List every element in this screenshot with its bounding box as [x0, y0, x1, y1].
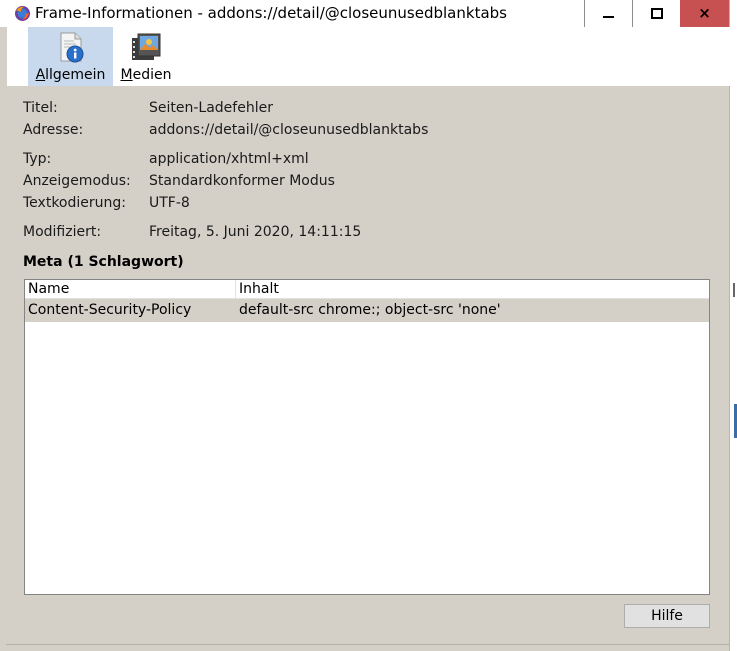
- info-page-icon: [60, 32, 83, 63]
- media-pictures-icon: [132, 33, 161, 60]
- minimize-button[interactable]: [584, 0, 632, 27]
- tab-media-accel: M: [120, 67, 133, 83]
- render-mode-value: Standardkonformer Modus: [149, 173, 335, 189]
- column-header-content[interactable]: Inhalt: [236, 280, 709, 298]
- type-label: Typ:: [23, 151, 52, 167]
- minimize-icon: [603, 15, 614, 18]
- frame-info-window: Frame-Informationen - addons://detail/@c…: [0, 0, 730, 651]
- meta-table[interactable]: Name Inhalt Content-Security-Policy defa…: [24, 279, 710, 595]
- row-name-cell: Content-Security-Policy: [28, 302, 192, 318]
- maximize-icon: [650, 8, 663, 19]
- tab-general-accel: A: [35, 67, 46, 83]
- address-value[interactable]: addons://detail/@closeunusedblanktabs: [149, 120, 428, 140]
- modified-value: Freitag, 5. Juni 2020, 14:11:15: [149, 224, 362, 240]
- bottom-divider: [6, 644, 729, 645]
- title-label: Titel:: [23, 100, 58, 116]
- table-header: Name Inhalt: [25, 280, 709, 299]
- close-icon: ×: [698, 4, 711, 22]
- close-button[interactable]: ×: [680, 0, 729, 27]
- background-edge-mark: [733, 283, 735, 297]
- table-row[interactable]: Content-Security-Policy default-src chro…: [25, 299, 709, 322]
- tab-general[interactable]: Allgemein: [28, 27, 113, 86]
- modified-label: Modifiziert:: [23, 224, 102, 240]
- meta-heading: Meta (1 Schlagwort): [23, 254, 184, 270]
- title-value: Seiten-Ladefehler: [149, 100, 273, 116]
- type-value: application/xhtml+xml: [149, 151, 309, 167]
- address-label: Adresse:: [23, 122, 84, 138]
- row-content-cell: default-src chrome:; object-src 'none': [239, 302, 501, 318]
- render-mode-label: Anzeigemodus:: [23, 173, 131, 189]
- encoding-label: Textkodierung:: [23, 195, 126, 211]
- column-header-name[interactable]: Name: [25, 280, 236, 298]
- help-button[interactable]: Hilfe: [624, 604, 710, 628]
- tab-general-label: llgemein: [45, 67, 106, 83]
- encoding-value: UTF-8: [149, 195, 190, 211]
- tab-media[interactable]: Medien: [117, 27, 175, 86]
- window-title: Frame-Informationen - addons://detail/@c…: [35, 4, 507, 22]
- maximize-button[interactable]: [632, 0, 680, 27]
- title-bar[interactable]: Frame-Informationen - addons://detail/@c…: [0, 0, 729, 27]
- firefox-icon: [15, 6, 30, 21]
- tab-media-label: edien: [132, 67, 172, 83]
- category-toolbar: Allgemein Medien: [6, 27, 730, 86]
